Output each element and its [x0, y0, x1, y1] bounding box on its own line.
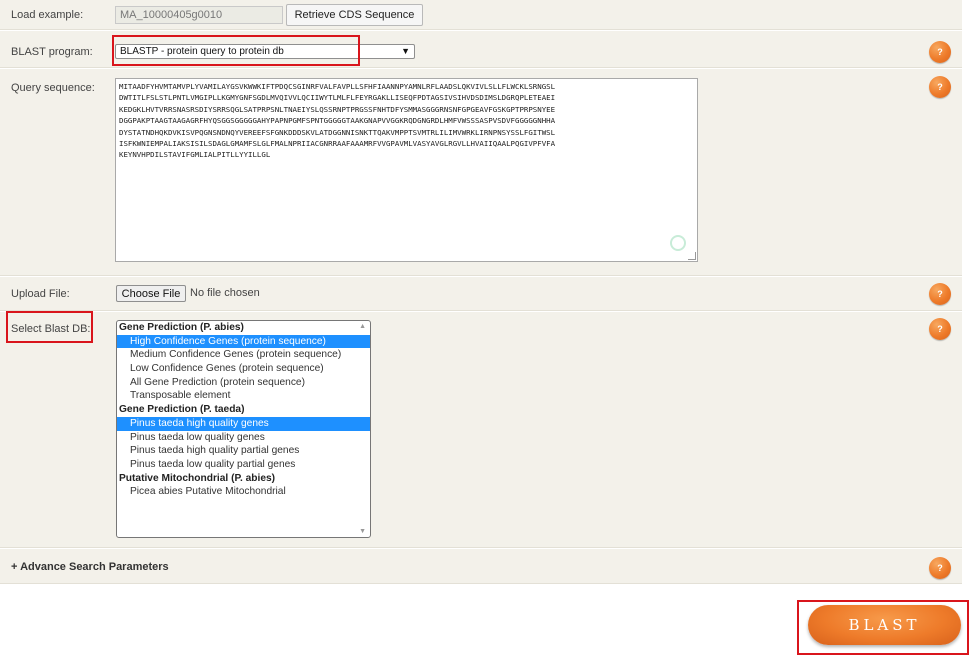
- db-option[interactable]: Low Confidence Genes (protein sequence): [117, 362, 370, 376]
- db-option[interactable]: Pinus taeda high quality partial genes: [117, 444, 370, 458]
- db-option[interactable]: Transposable element: [117, 389, 370, 403]
- query-line: DYSTATNDHQKDVKISVPQGNSNDNQYVEREEFSFGNKDD…: [119, 127, 556, 137]
- help-icon-blast-program[interactable]: ?: [929, 41, 951, 63]
- db-option[interactable]: Picea abies Putative Mitochondrial: [117, 485, 370, 499]
- query-sequence-textarea[interactable]: MITAADFYHVMTAMVPLYVAMILAYGSVKWWKIFTPDQCS…: [115, 78, 698, 262]
- db-option-group: Putative Mitochondrial (P. abies): [119, 472, 276, 484]
- help-icon-advance-search[interactable]: ?: [929, 557, 951, 579]
- db-option[interactable]: Pinus taeda high quality genes: [117, 416, 370, 431]
- retrieve-cds-button[interactable]: Retrieve CDS Sequence: [286, 4, 423, 26]
- advance-search-toggle[interactable]: + Advance Search Parameters: [11, 561, 169, 573]
- load-example-input[interactable]: MA_10000405g0010: [115, 6, 283, 24]
- blast-db-listbox[interactable]: ▲ ▼ Gene Prediction (P. abies) High Confi…: [116, 320, 371, 538]
- blast-submit-button[interactable]: BLAST: [808, 605, 961, 645]
- scroll-down-icon[interactable]: ▼: [359, 528, 366, 535]
- query-line: MITAADFYHVMTAMVPLYVAMILAYGSVKWWKIFTPDQCS…: [119, 82, 556, 91]
- help-icon-blast-db[interactable]: ?: [929, 318, 951, 340]
- advance-search-row[interactable]: + Advance Search Parameters: [0, 549, 962, 584]
- grammar-check-icon: [670, 235, 686, 251]
- chevron-down-icon: ▼: [401, 46, 410, 56]
- load-example-row: Load example: MA_10000405g0010 Retrieve …: [0, 0, 962, 30]
- db-option[interactable]: Pinus taeda low quality genes: [117, 431, 370, 445]
- blast-db-label-highlight: [6, 311, 93, 343]
- help-icon-upload-file[interactable]: ?: [929, 283, 951, 305]
- db-option[interactable]: Medium Confidence Genes (protein sequenc…: [117, 348, 370, 362]
- blast-program-highlight: [112, 35, 360, 66]
- help-icon-query-sequence[interactable]: ?: [929, 76, 951, 98]
- db-option[interactable]: High Confidence Genes (protein sequence): [117, 334, 370, 349]
- load-example-label: Load example:: [11, 9, 84, 21]
- blast-program-label: BLAST program:: [11, 46, 93, 58]
- query-line: DWTITLFSLSTLPNTLVMGIPLLKGMYGNFSGDLMVQIVV…: [119, 93, 556, 103]
- choose-file-button[interactable]: Choose File: [116, 285, 186, 302]
- db-option-group: Gene Prediction (P. abies): [119, 322, 244, 333]
- query-line: DGGPAKPTAAGTAAGAGRFHYQSGGSGGGGGAHYPAPNPG…: [119, 116, 556, 126]
- listbox-scrollbar[interactable]: ▲ ▼: [355, 321, 370, 537]
- query-sequence-label: Query sequence:: [11, 82, 95, 94]
- query-line: KEYNVHPDILSTAVIFGMLIALPITLLYYILLGL: [119, 150, 271, 160]
- query-line: ISFKWNIEMPALIAKSISILSDAGLGMAMFSLGLFMALNP…: [119, 139, 556, 149]
- resize-handle-icon[interactable]: [688, 252, 696, 260]
- file-status-text: No file chosen: [190, 287, 260, 299]
- upload-file-label: Upload File:: [11, 288, 70, 300]
- query-line: KEDGKLHVTVRRSNASRSDIYSRRSQGLSATPRPSNLTNA…: [119, 104, 556, 114]
- scroll-up-icon[interactable]: ▲: [359, 323, 366, 330]
- db-option-group: Gene Prediction (P. taeda): [119, 404, 245, 416]
- db-option[interactable]: Pinus taeda low quality partial genes: [117, 458, 370, 472]
- db-option[interactable]: All Gene Prediction (protein sequence): [117, 376, 370, 390]
